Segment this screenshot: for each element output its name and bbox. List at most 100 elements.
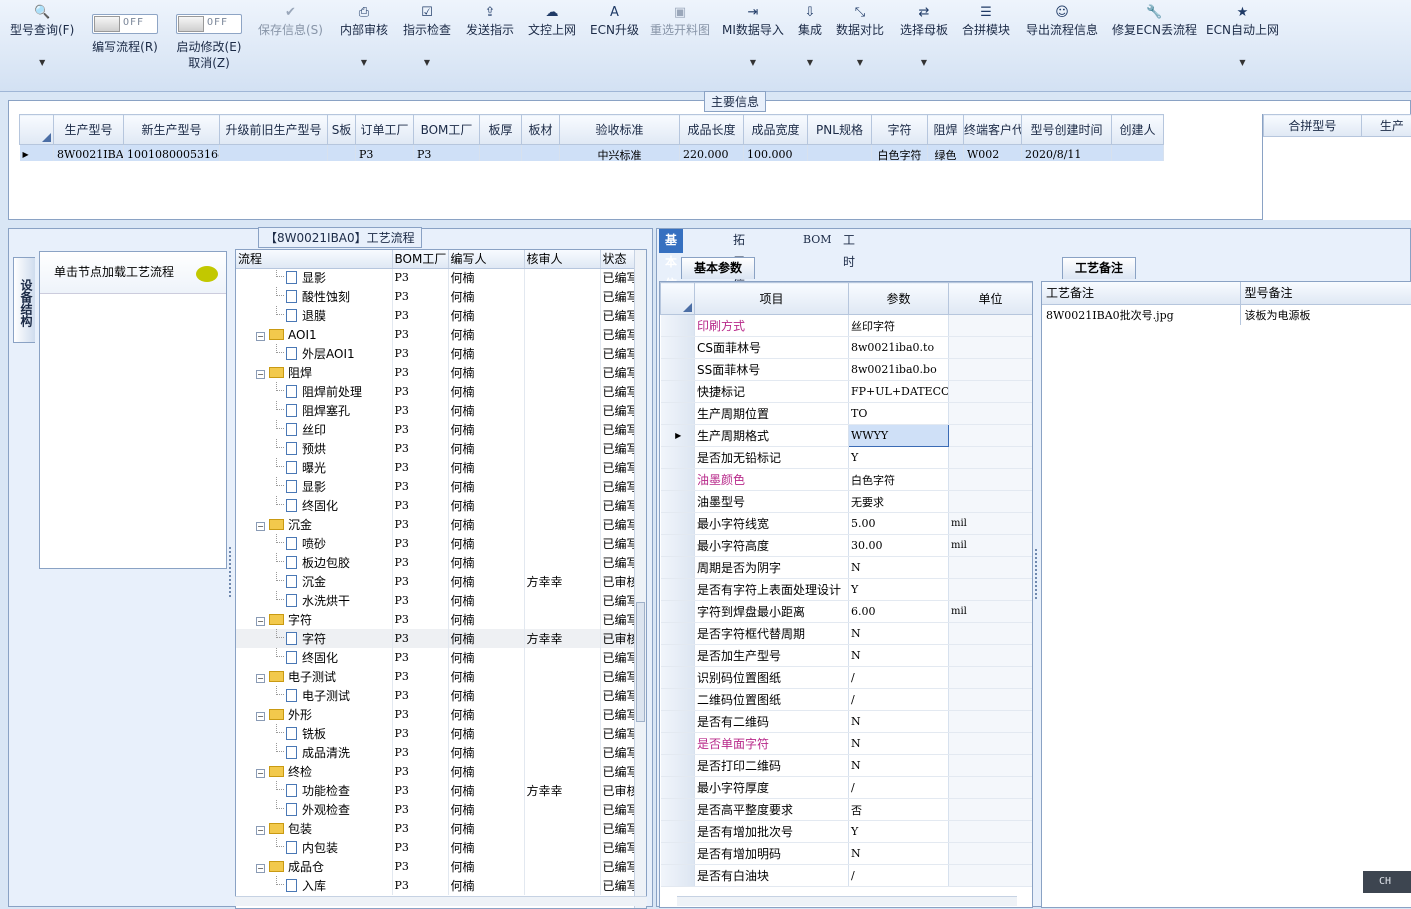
dropdown-arrow-icon[interactable]: ▼ (722, 58, 784, 67)
column-header[interactable]: 成品宽度 (743, 114, 808, 145)
factory-cell[interactable]: P3 (392, 382, 449, 401)
tree-row[interactable]: 终固化 P3何楠 已编写 (236, 648, 635, 667)
param-value[interactable]: 否 (848, 798, 949, 821)
tree-row[interactable]: − AOI1 P3何楠 已编写 (236, 325, 635, 344)
table-cell[interactable] (807, 144, 872, 161)
reviewer-cell[interactable] (524, 838, 601, 857)
toolbar-item-1[interactable]: OFF 编写流程(R) (92, 4, 158, 84)
reviewer-cell[interactable] (524, 705, 601, 724)
param-row[interactable]: SS面菲林号 8w0021iba0.bo (660, 358, 1032, 381)
factory-cell[interactable]: P3 (392, 762, 449, 781)
param-row[interactable]: 最小字符厚度 / (660, 776, 1032, 799)
writer-cell[interactable]: 何楠 (448, 838, 525, 857)
status-cell[interactable]: 已编写 (600, 344, 635, 363)
param-row[interactable]: 生产周期位置 TO (660, 402, 1032, 425)
factory-cell[interactable]: P3 (392, 610, 449, 629)
column-header[interactable]: 编写人 (448, 250, 525, 269)
column-header[interactable]: 创建人 (1111, 114, 1164, 145)
status-cell[interactable]: 已编写 (600, 819, 635, 838)
collapse-icon[interactable]: − (256, 769, 265, 778)
table-cell[interactable]: 100.000 (743, 144, 808, 161)
flow-hscrollbar[interactable] (235, 896, 647, 906)
tree-node[interactable]: 终固化 (236, 496, 393, 515)
tree-row[interactable]: 铣板 P3何楠 已编写 (236, 724, 635, 743)
toolbar-item-5[interactable]: ☑ 指示检查 ▼ (403, 4, 451, 84)
tree-row[interactable]: 电子测试 P3何楠 已编写 (236, 686, 635, 705)
table-cell[interactable]: W002 (963, 144, 1022, 161)
reviewer-cell[interactable] (524, 344, 601, 363)
param-value[interactable]: 30.00 (848, 534, 949, 557)
table-cell[interactable]: 2020/8/11 (1021, 144, 1112, 161)
tree-node[interactable]: 外观检查 (236, 800, 393, 819)
toolbar-item-7[interactable]: ☁ 文控上网 (528, 4, 576, 84)
reviewer-cell[interactable] (524, 401, 601, 420)
toolbar-item-14[interactable]: ☰ 合拼模块 (962, 4, 1010, 84)
reviewer-cell[interactable] (524, 800, 601, 819)
collapse-icon[interactable]: − (256, 826, 265, 835)
tree-node[interactable]: 终固化 (236, 648, 393, 667)
tree-row[interactable]: 退膜 P3何楠 已编写 (236, 306, 635, 325)
reviewer-cell[interactable] (524, 857, 601, 876)
factory-cell[interactable]: P3 (392, 724, 449, 743)
reviewer-cell[interactable] (524, 458, 601, 477)
column-header[interactable]: 状态 (600, 250, 635, 269)
param-value[interactable]: 5.00 (848, 512, 949, 535)
factory-cell[interactable]: P3 (392, 363, 449, 382)
factory-cell[interactable]: P3 (392, 325, 449, 344)
tree-node[interactable]: 退膜 (236, 306, 393, 325)
toolbar-item-10[interactable]: ⇥ MI数据导入 ▼ (722, 4, 784, 84)
column-header[interactable]: 验收标准 (559, 114, 680, 145)
factory-cell[interactable]: P3 (392, 838, 449, 857)
writer-cell[interactable]: 何楠 (448, 287, 525, 306)
writer-cell[interactable]: 何楠 (448, 857, 525, 876)
reviewer-cell[interactable] (524, 610, 601, 629)
status-cell[interactable]: 已编写 (600, 724, 635, 743)
param-row[interactable]: 是否打印二维码 N (660, 754, 1032, 777)
tree-row[interactable]: − 阻焊 P3何楠 已编写 (236, 363, 635, 382)
table-cell[interactable]: 中兴标准 (559, 144, 680, 161)
reviewer-cell[interactable] (524, 876, 601, 895)
reviewer-cell[interactable] (524, 743, 601, 762)
column-header[interactable]: 板厚 (479, 114, 522, 145)
tree-node[interactable]: 铣板 (236, 724, 393, 743)
tree-row[interactable]: 字符 P3何楠方幸幸已审核 (236, 629, 635, 648)
column-header[interactable]: 工艺备注 (1042, 282, 1241, 305)
factory-cell[interactable]: P3 (392, 591, 449, 610)
factory-cell[interactable]: P3 (392, 401, 449, 420)
status-cell[interactable]: 已编写 (600, 382, 635, 401)
tree-row[interactable]: − 成品仓 P3何楠 已编写 (236, 857, 635, 876)
status-cell[interactable]: 已编写 (600, 439, 635, 458)
status-cell[interactable]: 已编写 (600, 686, 635, 705)
factory-cell[interactable]: P3 (392, 648, 449, 667)
tree-node[interactable]: 曝光 (236, 458, 393, 477)
factory-cell[interactable]: P3 (392, 477, 449, 496)
param-row[interactable]: 是否有白油块 / (660, 864, 1032, 887)
param-value[interactable]: Y (848, 820, 949, 843)
status-cell[interactable]: 已编写 (600, 496, 635, 515)
tree-node[interactable]: 丝印 (236, 420, 393, 439)
reviewer-cell[interactable] (524, 686, 601, 705)
dropdown-arrow-icon[interactable]: ▼ (340, 58, 388, 67)
grid-corner[interactable] (660, 282, 695, 315)
factory-cell[interactable]: P3 (392, 534, 449, 553)
param-value[interactable]: 6.00 (848, 600, 949, 623)
tree-node[interactable]: 水洗烘干 (236, 591, 393, 610)
factory-cell[interactable]: P3 (392, 344, 449, 363)
status-cell[interactable]: 已编写 (600, 534, 635, 553)
tree-row[interactable]: 喷砂 P3何楠 已编写 (236, 534, 635, 553)
tree-row[interactable]: 外层AOI1 P3何楠 已编写 (236, 344, 635, 363)
table-cell[interactable] (1111, 144, 1164, 161)
tree-node[interactable]: 内包装 (236, 838, 393, 857)
tree-row[interactable]: 丝印 P3何楠 已编写 (236, 420, 635, 439)
param-row[interactable]: 字符到焊盘最小距离 6.00 mil (660, 600, 1032, 623)
param-value[interactable]: Y (848, 578, 949, 601)
column-header[interactable]: 升级前旧生产型号 (219, 114, 328, 145)
tree-row[interactable]: 内包装 P3何楠 已编写 (236, 838, 635, 857)
param-row[interactable]: 二维码位置图纸 / (660, 688, 1032, 711)
status-cell[interactable]: 已编写 (600, 762, 635, 781)
column-header[interactable]: 生产型号 (53, 114, 124, 145)
reviewer-cell[interactable]: 方幸幸 (524, 781, 601, 800)
tab-3[interactable]: 工时 (837, 229, 861, 269)
column-header[interactable]: 生产 (1360, 114, 1411, 137)
collapse-icon[interactable]: − (256, 617, 265, 626)
